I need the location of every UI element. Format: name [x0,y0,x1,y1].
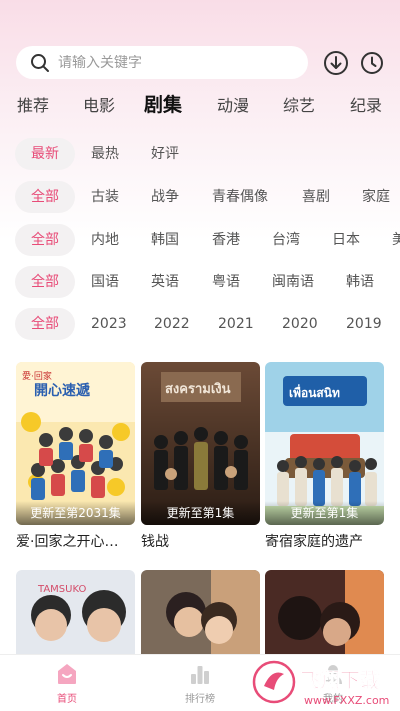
video-card[interactable]: เพื่อนสนิท 更新至第1集 寄宿家庭的遗产 [265,362,384,551]
filter-chip[interactable]: 粤语 [212,266,240,298]
download-button[interactable] [322,49,350,77]
filter-row-region: 全部 内地 韩国 香港 台湾 日本 美 [0,224,400,256]
filter-chip[interactable]: 韩语 [346,266,374,298]
filter-chip[interactable]: 韩国 [151,224,179,256]
filter-chip[interactable]: 最热 [91,138,119,170]
filter-row-year: 全部 2023 2022 2021 2020 2019 [0,308,400,340]
video-poster: เพื่อนสนิท 更新至第1集 [265,362,384,525]
download-icon [324,51,348,75]
header [0,0,400,96]
svg-text:เพื่อนสนิท: เพื่อนสนิท [289,384,340,400]
filter-chip[interactable]: 香港 [212,224,240,256]
poster-title-text: 愛·回家 [22,370,52,382]
filter-chip[interactable]: 全部 [15,181,75,213]
home-icon [58,664,76,684]
filter-chip[interactable]: 好评 [151,138,179,170]
nav-label: 排行榜 [185,694,215,705]
filter-row-language: 全部 国语 英语 粤语 闽南语 韩语 [0,266,400,298]
tab-variety[interactable]: 综艺 [283,92,315,116]
video-title: 爱·回家之开心… [16,534,119,550]
watermark-text: 飞翔下载 [300,668,380,692]
filter-chip[interactable]: 闽南语 [272,266,314,298]
filter-chip[interactable]: 2019 [346,308,382,340]
filter-chip[interactable]: 喜剧 [302,181,330,213]
watermark-url: www.FXXZ.com [304,694,389,707]
filter-chip[interactable]: 2021 [218,308,254,340]
video-card[interactable]: สงครามเงิน 更新至第1集 钱战 [141,362,260,551]
video-title: 钱战 [141,534,169,550]
filter-row-sort: 最新 最热 好评 [0,138,400,170]
tab-documentary[interactable]: 纪录 [350,92,382,116]
search-icon [31,53,49,72]
filter-chip[interactable]: 全部 [15,266,75,298]
filter-chip[interactable]: 全部 [15,308,75,340]
filter-chip[interactable]: 古装 [91,181,119,213]
poster-title-text: 開心速遞 [34,382,91,399]
filter-chip[interactable]: 内地 [91,224,119,256]
ranking-icon [191,666,209,684]
update-badge: 更新至第1集 [265,501,384,525]
video-poster: สงครามเงิน 更新至第1集 [141,362,260,525]
tab-movies[interactable]: 电影 [83,92,115,116]
history-button[interactable] [358,49,386,77]
update-badge: 更新至第2031集 [16,501,135,525]
clock-icon [361,52,383,74]
nav-label: 首页 [57,694,77,705]
filter-chip[interactable]: 最新 [15,138,75,170]
filter-chip[interactable]: 日本 [332,224,360,256]
svg-text:สงครามเงิน: สงครามเงิน [165,382,231,397]
search-bar[interactable] [16,46,308,79]
tab-recommend[interactable]: 推荐 [17,92,49,116]
watermark-logo: 飞翔下载 www.FXXZ.com [250,656,400,711]
filter-row-genre: 全部 古装 战争 青春偶像 喜剧 家庭 [0,181,400,213]
filter-chip[interactable]: 青春偶像 [212,181,268,213]
svg-text:TAMSUKO: TAMSUKO [37,584,86,595]
filter-chip[interactable]: 英语 [151,266,179,298]
filter-chip[interactable]: 家庭 [362,181,390,213]
update-badge: 更新至第1集 [141,501,260,525]
filter-chip[interactable]: 全部 [15,224,75,256]
filter-chip[interactable]: 国语 [91,266,119,298]
search-input[interactable] [58,54,278,71]
filter-chip[interactable]: 2020 [282,308,318,340]
tab-anime[interactable]: 动漫 [217,92,249,116]
video-title: 寄宿家庭的遗产 [265,534,363,550]
category-tabs: 推荐 电影 剧集 动漫 综艺 纪录 [0,92,400,126]
nav-ranking[interactable]: 排行榜 [160,661,240,705]
video-poster: 愛·回家 開心速遞 更新至第2031集 [16,362,135,525]
filter-chip[interactable]: 美 [392,224,400,256]
filter-chip[interactable]: 战争 [151,181,179,213]
nav-home[interactable]: 首页 [27,661,107,705]
video-card[interactable]: 愛·回家 開心速遞 更新至第2031集 爱·回家之开心… [16,362,135,551]
filter-chip[interactable]: 2022 [154,308,190,340]
filter-chip[interactable]: 2023 [91,308,127,340]
tab-series[interactable]: 剧集 [144,90,182,117]
filter-chip[interactable]: 台湾 [272,224,300,256]
